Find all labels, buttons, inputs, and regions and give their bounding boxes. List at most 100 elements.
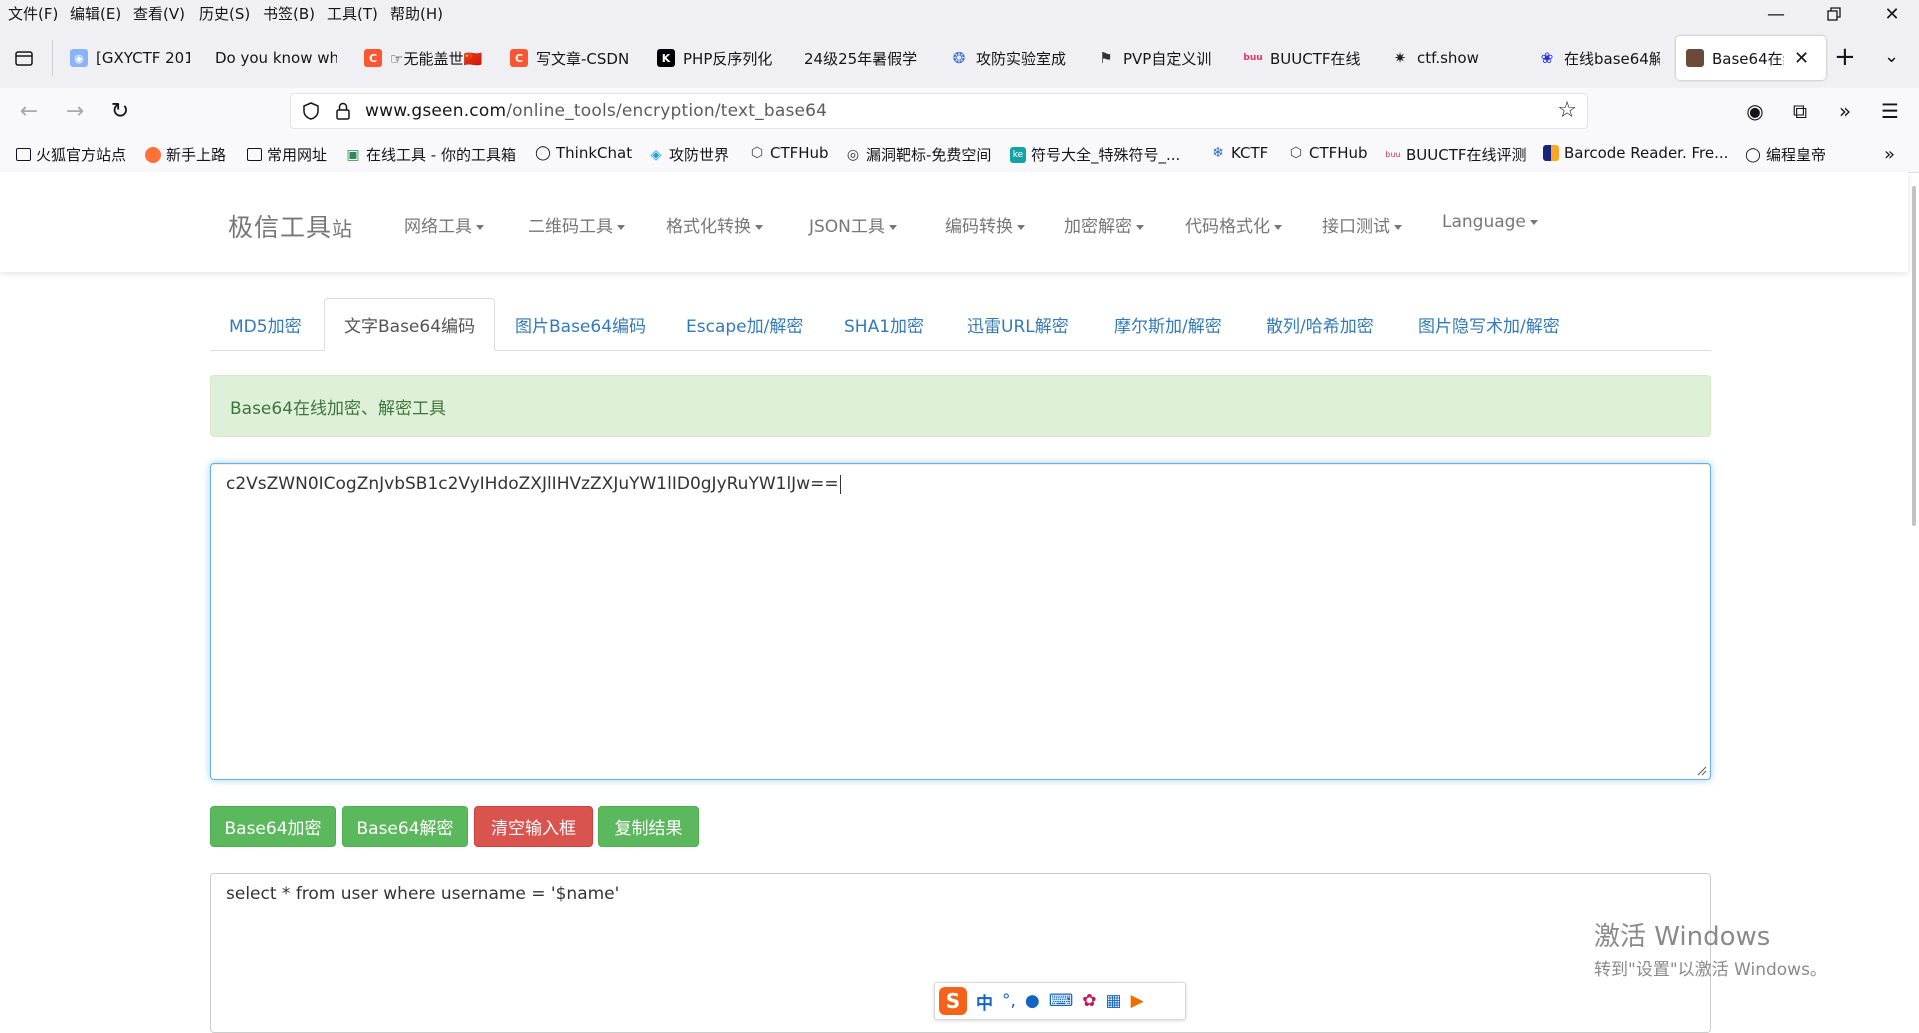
list-all-tabs-button[interactable]: ⌄ <box>1884 46 1899 67</box>
ime-more-icon[interactable]: ▶ <box>1131 991 1144 1011</box>
reload-button[interactable]: ↻ <box>105 96 135 126</box>
tab-buuctf[interactable]: buu BUUCTF在线 <box>1244 42 1366 74</box>
menu-help[interactable]: 帮助(H) <box>390 3 443 24</box>
new-tab-button[interactable]: + <box>1834 42 1856 72</box>
menu-qrcode-tools[interactable]: 二维码工具 <box>528 212 625 237</box>
clear-input-button[interactable]: 清空输入框 <box>474 806 593 847</box>
tab-sha1[interactable]: SHA1加密 <box>844 298 924 350</box>
overflow-button[interactable]: » <box>1830 96 1860 126</box>
menu-format-convert[interactable]: 格式化转换 <box>666 212 763 237</box>
text-cursor <box>839 474 841 494</box>
menu-tools[interactable]: 工具(T) <box>327 3 378 24</box>
tab-csdn-1[interactable]: C ☞无能盖世🇨🇳 <box>364 42 486 74</box>
tab-overview-icon <box>15 51 33 66</box>
windows-activation-watermark: 激活 Windows 转到"设置"以激活 Windows。 <box>1594 916 1827 980</box>
back-button[interactable]: ← <box>14 96 44 126</box>
menu-view[interactable]: 查看(V) <box>133 3 185 24</box>
bookmark-item[interactable]: ◎ 漏洞靶标-免费空间 <box>845 144 992 165</box>
ime-toolbar[interactable]: S 中 °, ● ⌨ ✿ ▦ ▶ <box>934 982 1186 1020</box>
toolbox-icon[interactable]: ▦ <box>1106 991 1122 1011</box>
url-host: www.gseen.com <box>365 101 507 121</box>
tab-base64-decode[interactable]: ❀ 在线base64解 <box>1538 42 1660 74</box>
restore-button[interactable] <box>1805 0 1863 28</box>
bookmark-item[interactable]: ◯ 编程皇帝 <box>1745 144 1826 165</box>
bookmark-item[interactable]: Barcode Reader. Fre... <box>1543 144 1728 162</box>
bird-icon: ❂ <box>952 49 966 67</box>
microphone-icon[interactable]: ● <box>1025 991 1040 1011</box>
sogou-logo-icon[interactable]: S <box>939 987 967 1015</box>
bookmark-item[interactable]: ◯ ThinkChat <box>535 144 632 162</box>
forward-button[interactable]: → <box>60 96 90 126</box>
bookmark-star-icon[interactable]: ☆ <box>1557 98 1577 123</box>
tab-gxyctf[interactable]: ◉ [GXYCTF 201 <box>70 42 190 74</box>
snowflake-icon: ❄ <box>1212 145 1224 161</box>
tab-overview-button[interactable] <box>14 48 34 72</box>
menu-bookmarks[interactable]: 书签(B) <box>263 3 315 24</box>
menu-encrypt-decrypt[interactable]: 加密解密 <box>1064 212 1144 237</box>
close-window-button[interactable]: ✕ <box>1863 0 1919 28</box>
tab-ctfshow[interactable]: ✷ ctf.show <box>1391 42 1513 74</box>
url-text[interactable]: www.gseen.com/online_tools/encryption/te… <box>365 101 827 121</box>
base64-encode-button[interactable]: Base64加密 <box>210 806 336 847</box>
bookmark-label: BUUCTF在线评测 <box>1406 146 1527 164</box>
account-button[interactable]: ◉ <box>1740 96 1770 126</box>
minimize-button[interactable]: — <box>1747 0 1805 28</box>
menu-file[interactable]: 文件(F) <box>8 3 58 24</box>
bookmark-item[interactable]: ❄ KCTF <box>1210 144 1268 162</box>
tab-pvp[interactable]: ⚑ PVP自定义训 <box>1097 42 1219 74</box>
tab-summer-study[interactable]: 24级25年暑假学 <box>804 42 926 74</box>
tab-hash[interactable]: 散列/哈希加密 <box>1266 298 1374 350</box>
tab-text-base64[interactable]: 文字Base64编码 <box>324 298 496 351</box>
bookmark-item[interactable]: 常用网址 <box>247 144 327 165</box>
bookmark-item[interactable]: ▣ 在线工具 - 你的工具箱 <box>345 144 516 165</box>
tab-escape[interactable]: Escape加/解密 <box>686 298 803 350</box>
tab-lab[interactable]: ❂ 攻防实验室成 <box>950 42 1072 74</box>
tab-steganography[interactable]: 图片隐写术加/解密 <box>1418 298 1560 350</box>
bookmark-item[interactable]: buu BUUCTF在线评测 <box>1385 144 1527 165</box>
bookmark-item[interactable]: ke 符号大全_特殊符号_... <box>1010 144 1180 165</box>
bookmarks-overflow-button[interactable]: » <box>1884 144 1895 165</box>
menu-json-tools[interactable]: JSON工具 <box>809 212 897 237</box>
page-scrollbar[interactable] <box>1912 186 1916 526</box>
tab-php-unserialize[interactable]: K PHP反序列化 <box>657 42 779 74</box>
tab-do-you-know[interactable]: Do you know wh <box>215 42 337 74</box>
menu-edit[interactable]: 编辑(E) <box>70 3 121 24</box>
tab-image-base64[interactable]: 图片Base64编码 <box>515 298 646 350</box>
tab-thunder-url[interactable]: 迅雷URL解密 <box>967 298 1069 350</box>
buu-icon: buu <box>1244 53 1263 63</box>
menu-history[interactable]: 历史(S) <box>199 3 250 24</box>
keyboard-icon[interactable]: ⌨ <box>1049 991 1074 1011</box>
site-navbar: 极信工具站 网络工具 二维码工具 格式化转换 JSON工具 编码转换 加密解密 … <box>0 172 1908 272</box>
menu-encoding[interactable]: 编码转换 <box>945 212 1025 237</box>
ime-punctuation-toggle[interactable]: °, <box>1002 991 1016 1011</box>
close-tab-icon[interactable]: ✕ <box>1794 48 1809 69</box>
bookmark-label: 新手上路 <box>166 146 227 164</box>
tab-title: ☞无能盖世🇨🇳 <box>390 49 483 68</box>
extensions-button[interactable]: ⧉ <box>1785 96 1815 126</box>
bookmark-item[interactable]: ◈ 攻防世界 <box>648 144 729 165</box>
copy-result-button[interactable]: 复制结果 <box>598 806 699 847</box>
menu-network-tools[interactable]: 网络工具 <box>404 212 484 237</box>
bookmark-item[interactable]: ⬡ CTFHub <box>749 144 829 162</box>
skin-icon[interactable]: ✿ <box>1082 991 1096 1011</box>
tab-morse[interactable]: 摩尔斯加/解密 <box>1114 298 1222 350</box>
folder-icon <box>247 148 262 161</box>
menu-api-test[interactable]: 接口测试 <box>1322 212 1402 237</box>
ime-mode-toggle[interactable]: 中 <box>976 989 993 1014</box>
bookmark-item[interactable]: 火狐官方站点 <box>16 144 126 165</box>
account-icon: ◉ <box>1746 99 1764 123</box>
bookmark-item[interactable]: ⬡ CTFHub <box>1288 144 1368 162</box>
base64-decode-button[interactable]: Base64解密 <box>342 806 468 847</box>
menu-code-format[interactable]: 代码格式化 <box>1185 212 1282 237</box>
menu-language[interactable]: Language <box>1442 212 1538 232</box>
resize-grip-icon[interactable] <box>1695 764 1707 776</box>
bookmark-item[interactable]: 新手上路 <box>145 144 226 165</box>
base64-input-textarea[interactable]: c2VsZWN0ICogZnJvbSB1c2VyIHdoZXJlIHVzZXJu… <box>210 463 1711 780</box>
web-page: 极信工具站 网络工具 二维码工具 格式化转换 JSON工具 编码转换 加密解密 … <box>0 172 1908 1033</box>
tab-csdn-2[interactable]: C 写文章-CSDN <box>510 42 632 74</box>
tab-base64-online-active[interactable]: Base64在线 ✕ <box>1676 36 1826 80</box>
url-bar[interactable]: www.gseen.com/online_tools/encryption/te… <box>290 93 1588 129</box>
site-brand[interactable]: 极信工具站 <box>228 208 353 244</box>
tab-md5[interactable]: MD5加密 <box>229 298 302 350</box>
app-menu-button[interactable]: ☰ <box>1875 96 1905 126</box>
